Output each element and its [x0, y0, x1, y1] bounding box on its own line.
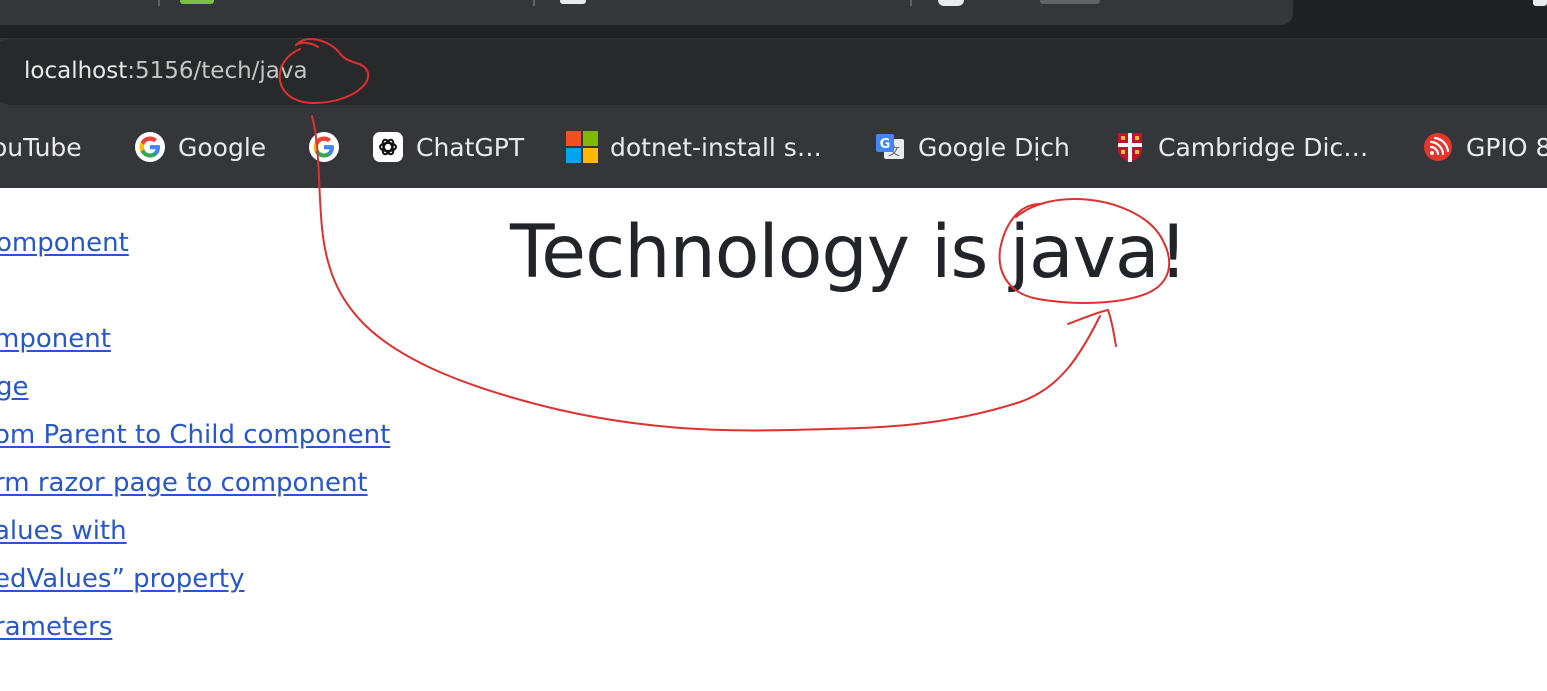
bookmark-cambridge[interactable]: Cambridge Dic… — [1114, 130, 1368, 164]
google-icon — [135, 132, 165, 162]
espressif-icon — [1424, 133, 1452, 161]
tab-separator — [533, 0, 535, 6]
bookmarks-bar: YouTube Google — [0, 106, 1547, 188]
cambridge-icon — [1118, 133, 1142, 162]
tab-favicon-icon[interactable] — [180, 0, 214, 4]
toolbar: localhost:5156/tech/java — [0, 38, 1547, 106]
google-translate-icon: 文 G — [876, 134, 904, 159]
bookmark-google-translate[interactable]: 文 G Google Dịch — [874, 130, 1070, 164]
page-content: omponent mponent ge om Parent to Child c… — [0, 188, 1547, 691]
browser-window: localhost:5156/tech/java YouTube Google — [0, 0, 1547, 691]
url-text[interactable]: localhost:5156/tech/java — [24, 58, 308, 84]
bookmark-google[interactable]: Google — [134, 130, 266, 164]
google-icon — [309, 132, 339, 162]
nav-link[interactable]: mponent — [0, 323, 111, 355]
tab-separator — [910, 0, 912, 6]
microsoft-icon — [566, 131, 598, 163]
tab-favicon-icon[interactable] — [938, 0, 964, 6]
bookmark-google-2[interactable] — [308, 130, 352, 164]
bookmark-label: ChatGPT — [416, 132, 525, 162]
nav-link[interactable]: alues with — [0, 515, 127, 547]
bookmark-label: Google — [178, 132, 267, 162]
chatgpt-icon — [373, 132, 403, 162]
tab-separator — [158, 0, 160, 6]
tab-title-fragment — [1040, 0, 1100, 4]
tab-strip — [0, 0, 1547, 38]
bookmark-label: GPIO 8 — [1466, 132, 1547, 162]
bookmark-label: YouTube — [0, 132, 82, 162]
page-heading: Technology is java! — [510, 210, 1188, 295]
nav-link[interactable]: ge — [0, 371, 29, 403]
bookmark-label: dotnet-install s… — [610, 132, 822, 162]
bookmark-gpio[interactable]: GPIO 8 — [1422, 130, 1547, 164]
nav-link[interactable]: rameters — [0, 611, 112, 643]
tab-favicon-icon[interactable] — [1533, 0, 1547, 6]
bookmark-label: Google Dịch — [918, 132, 1070, 162]
url-host: localhost — [24, 58, 128, 84]
nav-link[interactable]: om Parent to Child component — [0, 419, 390, 451]
url-path: :5156/tech/java — [127, 58, 308, 84]
bookmark-youtube[interactable]: YouTube — [0, 130, 82, 164]
nav-link[interactable]: omponent — [0, 227, 129, 259]
svg-text:G: G — [880, 137, 891, 152]
tab-favicon-icon[interactable] — [560, 0, 586, 4]
bookmark-dotnet-install[interactable]: dotnet-install s… — [566, 130, 822, 164]
bookmark-label: Cambridge Dic… — [1158, 132, 1369, 162]
nav-link[interactable]: rm razor page to component — [0, 467, 368, 499]
bookmark-chatgpt[interactable]: ChatGPT — [372, 130, 524, 164]
tab-group[interactable] — [0, 0, 1293, 25]
nav-link[interactable]: edValues” property — [0, 563, 244, 595]
address-bar[interactable]: localhost:5156/tech/java — [0, 39, 1547, 105]
